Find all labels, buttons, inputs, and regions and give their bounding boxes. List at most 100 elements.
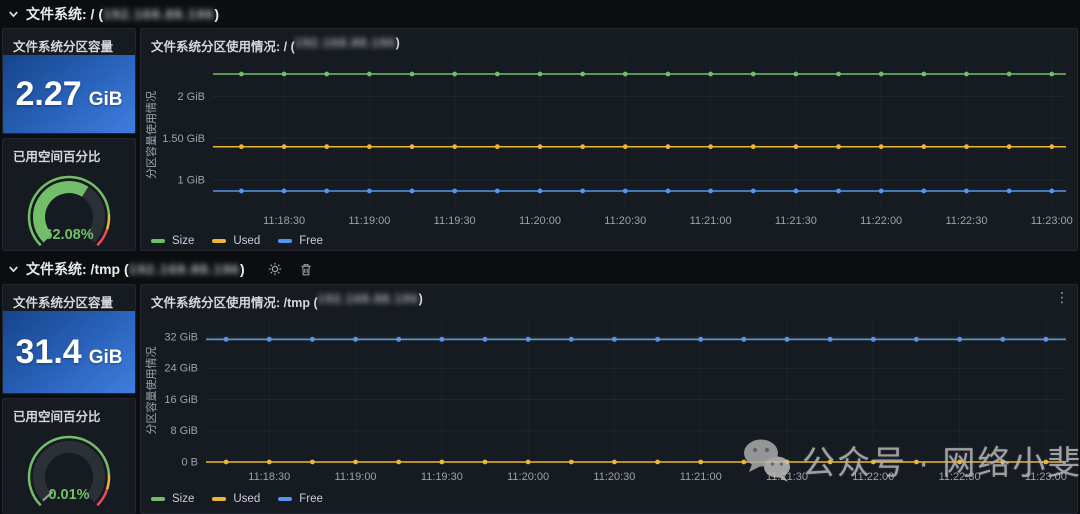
chart-title-suffix: ) (396, 36, 400, 55)
legend-label: Size (172, 493, 194, 505)
x-tick-label: 11:21:00 (690, 215, 732, 227)
data-point (785, 337, 790, 342)
y-tick-label: 2 GiB (177, 91, 205, 103)
chart-canvas[interactable]: 0 B8 GiB16 GiB24 GiB32 GiB11:18:3011:19:… (141, 311, 1078, 494)
data-point (836, 189, 841, 194)
stat-panel-capacity-root: 文件系统分区容量 2.27 GiB (2, 28, 136, 134)
data-point (239, 189, 244, 194)
data-point (324, 144, 329, 149)
row-title: 文件系统: / (192.168.88.196) (26, 4, 219, 24)
gauge-panel-used-percent-tmp: 已用空间百分比 0.01% (2, 398, 136, 514)
data-point (751, 189, 756, 194)
stat-value-area: 2.27 GiB (3, 55, 135, 133)
gauge-panel-used-percent-root: 已用空间百分比 62.08% (2, 138, 136, 251)
data-point (1049, 72, 1054, 77)
legend-swatch (212, 497, 226, 501)
gauge: 0.01% (3, 427, 135, 507)
data-point (741, 460, 746, 465)
data-point (1007, 72, 1012, 77)
data-point (964, 72, 969, 77)
x-tick-label: 11:22:00 (860, 215, 902, 227)
legend-item-free[interactable]: Free (278, 493, 323, 505)
data-point (957, 460, 962, 465)
data-point (367, 72, 372, 77)
x-tick-label: 11:19:00 (348, 215, 390, 227)
data-point (666, 144, 671, 149)
stat-value: 31.4 (16, 333, 82, 372)
data-point (793, 72, 798, 77)
timeseries-panel-tmp: 文件系统分区使用情况: /tmp (192.168.88.196) ⋮ 0 B8… (140, 284, 1078, 514)
row-header-filesystem-root[interactable]: 文件系统: / (192.168.88.196) (8, 3, 219, 25)
chart-canvas[interactable]: 1 GiB1.50 GiB2 GiB11:18:3011:19:0011:19:… (141, 55, 1078, 236)
x-tick-label: 11:22:30 (945, 215, 987, 227)
data-point (367, 189, 372, 194)
data-point (708, 144, 713, 149)
data-point (623, 72, 628, 77)
legend-swatch (151, 239, 165, 243)
data-point (828, 460, 833, 465)
x-tick-label: 11:20:00 (507, 471, 549, 483)
chart-legend: Size Used Free (151, 493, 323, 505)
data-point (495, 144, 500, 149)
trash-icon[interactable] (300, 263, 312, 276)
x-tick-label: 11:21:30 (766, 471, 808, 483)
data-point (914, 337, 919, 342)
data-point (410, 189, 415, 194)
legend-label: Free (299, 493, 323, 505)
panel-title[interactable]: 已用空间百分比 (3, 399, 135, 429)
x-tick-label: 11:22:00 (852, 471, 894, 483)
legend-swatch (278, 497, 292, 501)
data-point (569, 460, 574, 465)
y-tick-label: 16 GiB (164, 394, 198, 406)
chart-title-text: 文件系统分区使用情况: / ( (151, 36, 295, 55)
data-point (666, 189, 671, 194)
data-point (828, 337, 833, 342)
stat-value-area: 31.4 GiB (3, 311, 135, 393)
data-point (353, 337, 358, 342)
panel-title[interactable]: 已用空间百分比 (3, 139, 135, 169)
redacted-ip: 192.168.88.196 (129, 261, 240, 277)
legend-item-used[interactable]: Used (212, 235, 260, 247)
legend-item-used[interactable]: Used (212, 493, 260, 505)
redacted-ip: 192.168.88.196 (318, 292, 419, 311)
data-point (410, 144, 415, 149)
chevron-down-icon[interactable] (8, 9, 19, 20)
legend-swatch (278, 239, 292, 243)
legend-item-size[interactable]: Size (151, 493, 194, 505)
x-tick-label: 11:21:00 (680, 471, 722, 483)
stat-panel-capacity-tmp: 文件系统分区容量 31.4 GiB (2, 284, 136, 394)
x-tick-label: 11:18:30 (263, 215, 305, 227)
data-point (793, 144, 798, 149)
data-point (282, 189, 287, 194)
redacted-ip: 192.168.88.196 (103, 6, 214, 22)
data-point (741, 337, 746, 342)
row-header-filesystem-tmp[interactable]: 文件系统: /tmp (192.168.88.196) (8, 258, 312, 280)
data-point (310, 460, 315, 465)
gear-icon[interactable] (268, 262, 282, 276)
data-point (836, 72, 841, 77)
data-point (495, 189, 500, 194)
chevron-down-icon[interactable] (8, 264, 19, 275)
timeseries-panel-root: 文件系统分区使用情况: / (192.168.88.196) 1 GiB1.50… (140, 28, 1078, 251)
data-point (1000, 337, 1005, 342)
data-point (708, 72, 713, 77)
data-point (623, 189, 628, 194)
kebab-menu-icon[interactable]: ⋮ (1055, 290, 1069, 304)
data-point (785, 460, 790, 465)
legend-label: Used (233, 235, 260, 247)
data-point (623, 144, 628, 149)
y-tick-label: 0 B (181, 457, 198, 469)
y-tick-label: 24 GiB (164, 363, 198, 375)
legend-label: Size (172, 235, 194, 247)
chart-legend: Size Used Free (151, 235, 323, 247)
data-point (921, 144, 926, 149)
data-point (367, 144, 372, 149)
data-point (879, 189, 884, 194)
legend-item-size[interactable]: Size (151, 235, 194, 247)
data-point (964, 189, 969, 194)
data-point (698, 337, 703, 342)
data-point (751, 72, 756, 77)
data-point (1043, 337, 1048, 342)
legend-item-free[interactable]: Free (278, 235, 323, 247)
x-tick-label: 11:18:30 (248, 471, 290, 483)
